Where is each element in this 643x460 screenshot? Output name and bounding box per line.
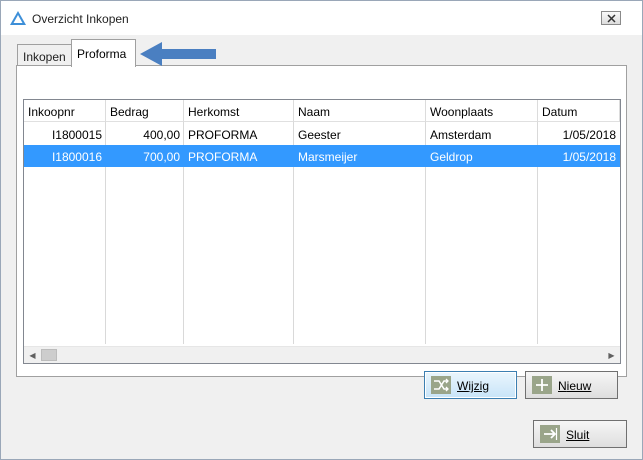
- nieuw-button[interactable]: Nieuw: [525, 371, 618, 399]
- tab-inkopen[interactable]: Inkopen: [17, 44, 77, 66]
- scroll-thumb[interactable]: [41, 349, 57, 361]
- cell-naam: Marsmeijer: [298, 150, 358, 164]
- cell-bedrag: 400,00: [143, 128, 180, 142]
- grid-header: Inkoopnr Bedrag Herkomst Naam Woonplaats…: [24, 100, 620, 122]
- scroll-right-icon[interactable]: ▶: [603, 347, 620, 363]
- table-row[interactable]: I1800015 400,00 PROFORMA Geester Amsterd…: [24, 123, 620, 145]
- cell-herkomst: PROFORMA: [188, 150, 258, 164]
- exit-arrow-icon: [540, 425, 560, 443]
- nieuw-label: Nieuw: [558, 379, 592, 393]
- table-row-selected[interactable]: I1800016 700,00 PROFORMA Marsmeijer Geld…: [24, 145, 620, 167]
- wijzig-button[interactable]: Wijzig: [424, 371, 517, 399]
- annotation-arrow-icon: [140, 42, 216, 66]
- tab-inkopen-label: Inkopen: [23, 50, 66, 64]
- tab-proforma[interactable]: Proforma: [71, 39, 136, 67]
- cell-inkoopnr: I1800016: [51, 150, 102, 164]
- column-header-inkoopnr[interactable]: Inkoopnr: [24, 100, 106, 122]
- overzicht-inkopen-window: Overzicht Inkopen Inkopen Proforma Inkoo…: [0, 0, 643, 460]
- scroll-left-icon[interactable]: ◀: [24, 347, 41, 363]
- cell-bedrag: 700,00: [143, 150, 180, 164]
- wijzig-label: Wijzig: [457, 379, 489, 393]
- sluit-label: Sluit: [566, 428, 590, 442]
- column-header-datum[interactable]: Datum: [538, 100, 620, 122]
- title-bar: Overzicht Inkopen: [1, 1, 642, 35]
- cell-datum: 1/05/2018: [562, 128, 616, 142]
- column-header-bedrag[interactable]: Bedrag: [106, 100, 184, 122]
- cell-datum: 1/05/2018: [562, 150, 616, 164]
- column-header-woonplaats[interactable]: Woonplaats: [426, 100, 538, 122]
- cell-woonplaats: Amsterdam: [430, 128, 492, 142]
- tab-proforma-label: Proforma: [77, 47, 127, 61]
- column-header-herkomst[interactable]: Herkomst: [184, 100, 294, 122]
- plus-icon: [532, 376, 552, 394]
- sluit-button[interactable]: Sluit: [533, 420, 627, 448]
- app-triangle-icon: [10, 11, 26, 25]
- cell-naam: Geester: [298, 128, 341, 142]
- shuffle-icon: [431, 376, 451, 394]
- close-icon: [607, 14, 616, 23]
- close-button[interactable]: [601, 11, 621, 25]
- window-title: Overzicht Inkopen: [32, 12, 129, 26]
- inkopen-grid[interactable]: Inkoopnr Bedrag Herkomst Naam Woonplaats…: [23, 99, 621, 364]
- column-header-naam[interactable]: Naam: [294, 100, 426, 122]
- horizontal-scrollbar[interactable]: ◀ ▶: [24, 346, 620, 363]
- cell-inkoopnr: I1800015: [51, 128, 102, 142]
- cell-herkomst: PROFORMA: [188, 128, 258, 142]
- cell-woonplaats: Geldrop: [430, 150, 473, 164]
